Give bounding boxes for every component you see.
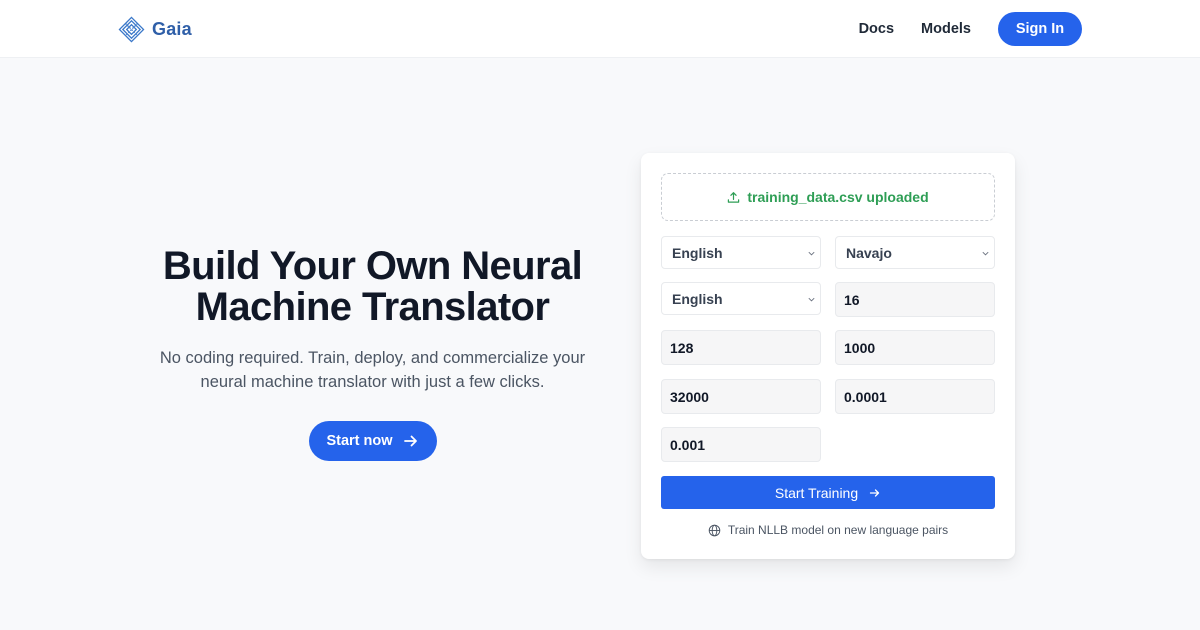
- param-input-2[interactable]: 128: [661, 330, 821, 365]
- arrow-right-icon: [403, 435, 417, 447]
- param-input-6-value: 0.001: [670, 436, 706, 453]
- hero-title-line-2: Machine Translator: [195, 285, 550, 329]
- hero-subtitle-line-2: neural machine translator with just a fe…: [200, 373, 545, 391]
- chevron-down-icon: [808, 251, 815, 256]
- hero-subtitle: No coding required. Train, deploy, and c…: [140, 346, 605, 394]
- sign-in-button[interactable]: Sign In: [998, 12, 1082, 46]
- diamond-grid-logo-icon: [118, 16, 145, 42]
- pivot-language-select[interactable]: English: [661, 282, 821, 315]
- arrow-right-icon: [869, 488, 880, 497]
- param-input-4-value: 32000: [670, 388, 709, 405]
- hero-subtitle-line-1: No coding required. Train, deploy, and c…: [159, 349, 586, 367]
- training-form-card: training_data.csv uploaded English Navaj…: [641, 153, 1015, 559]
- navbar: Gaia Docs Models Sign In: [0, 0, 1200, 58]
- footnote: Train NLLB model on new language pairs: [641, 523, 1015, 537]
- start-training-button[interactable]: Start Training: [661, 476, 995, 509]
- nav-links: Docs Models Sign In: [859, 12, 1082, 46]
- hero-title-line-1: Build Your Own Neural: [162, 244, 583, 288]
- file-upload-dropzone[interactable]: training_data.csv uploaded: [661, 173, 995, 221]
- param-input-5[interactable]: 0.0001: [835, 379, 995, 414]
- upload-status: training_data.csv uploaded: [747, 189, 929, 205]
- param-input-5-value: 0.0001: [844, 388, 887, 405]
- param-input-3-value: 1000: [844, 339, 876, 356]
- chevron-down-icon: [808, 297, 815, 302]
- start-now-label: Start now: [326, 433, 393, 449]
- footnote-text: Train NLLB model on new language pairs: [727, 523, 949, 537]
- param-input-6[interactable]: 0.001: [661, 427, 821, 462]
- source-language-value: English: [672, 244, 723, 261]
- hero-title: Build Your Own Neural Machine Translator: [140, 246, 605, 328]
- nav-link-models[interactable]: Models: [921, 12, 971, 46]
- chevron-down-icon: [982, 251, 989, 256]
- upload-icon: [728, 191, 740, 203]
- param-input-1-value: 16: [844, 291, 860, 308]
- start-training-label: Start Training: [774, 484, 859, 501]
- start-now-button[interactable]: Start now: [308, 421, 437, 461]
- hero-section: Build Your Own Neural Machine Translator…: [140, 246, 605, 461]
- target-language-select[interactable]: Navajo: [835, 236, 995, 269]
- param-input-2-value: 128: [670, 339, 694, 356]
- param-input-4[interactable]: 32000: [661, 379, 821, 414]
- nav-link-docs[interactable]: Docs: [859, 12, 894, 46]
- pivot-language-value: English: [672, 290, 723, 307]
- brand-name: Gaia: [152, 18, 192, 39]
- globe-icon: [708, 524, 721, 536]
- param-input-1[interactable]: 16: [835, 282, 995, 317]
- brand-logo[interactable]: Gaia: [118, 15, 192, 43]
- target-language-value: Navajo: [846, 244, 892, 261]
- source-language-select[interactable]: English: [661, 236, 821, 269]
- param-input-3[interactable]: 1000: [835, 330, 995, 365]
